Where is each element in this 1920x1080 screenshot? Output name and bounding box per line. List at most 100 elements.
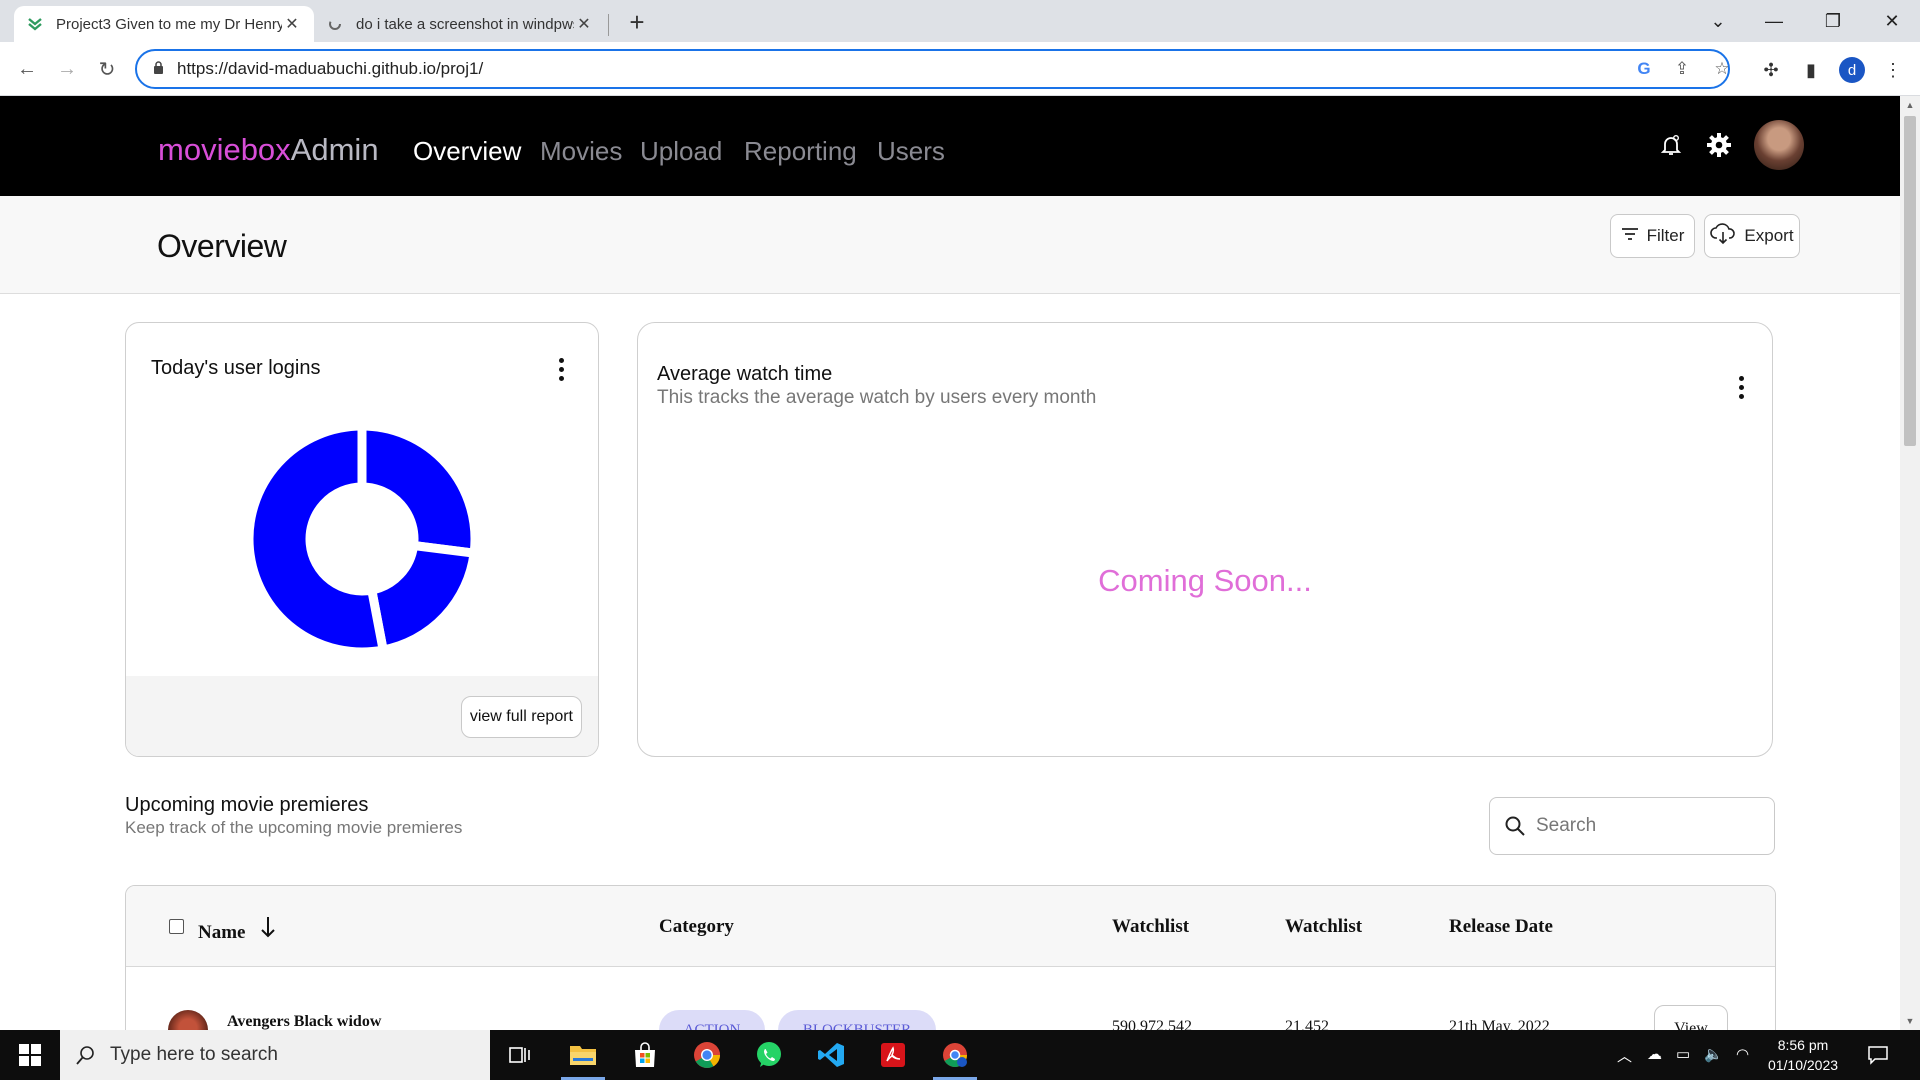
taskbar-search-icon (76, 1045, 96, 1065)
premieres-search[interactable] (1489, 797, 1775, 855)
settings-gear-icon[interactable] (1704, 130, 1734, 160)
extensions-icon[interactable]: ✣ (1758, 57, 1784, 83)
wifi-icon[interactable]: ◠ (1736, 1045, 1749, 1063)
whatsapp-icon[interactable] (739, 1030, 799, 1080)
volume-icon[interactable]: 🔈 (1704, 1045, 1723, 1063)
file-explorer-icon[interactable] (553, 1030, 613, 1080)
share-icon[interactable]: ⇪ (1670, 57, 1694, 81)
clock-date: 01/10/2023 (1767, 1057, 1839, 1073)
logins-card-menu-icon[interactable] (551, 355, 571, 383)
column-release-date: Release Date (1449, 916, 1553, 937)
task-view-icon[interactable] (490, 1030, 550, 1080)
scrollbar-thumb[interactable] (1904, 116, 1916, 446)
brand-secondary: Admin (290, 132, 379, 167)
tab-search-chevron-icon[interactable]: ⌄ (1690, 0, 1746, 42)
profile-avatar[interactable]: d (1839, 57, 1865, 83)
back-button[interactable]: ← (12, 54, 42, 84)
tab-title: Project3 Given to me my Dr Henry (56, 15, 282, 33)
tab-favicon-icon (26, 15, 44, 33)
column-name-label: Name (198, 922, 246, 943)
lock-icon (153, 61, 167, 77)
restore-button[interactable]: ❐ (1805, 0, 1861, 42)
nav-overview[interactable]: Overview (413, 136, 521, 167)
view-full-report-button[interactable]: view full report (460, 696, 582, 738)
bookmark-star-icon[interactable]: ☆ (1710, 57, 1734, 81)
taskbar-search[interactable]: Type here to search (60, 1030, 490, 1080)
premieres-table: Name Category Watchlist Watchlist Releas… (125, 885, 1776, 1030)
onedrive-cloud-icon[interactable]: ☁ (1647, 1045, 1662, 1063)
browser-toolbar: ← → ↻ https://david-maduabuchi.github.io… (0, 42, 1920, 96)
user-avatar[interactable] (1754, 120, 1804, 170)
side-panel-icon[interactable]: ▮ (1798, 57, 1824, 83)
google-lens-icon[interactable]: G (1632, 57, 1656, 81)
export-button[interactable]: Export (1704, 214, 1800, 258)
battery-icon[interactable]: ▭ (1676, 1045, 1690, 1063)
address-bar[interactable]: https://david-maduabuchi.github.io/proj1… (135, 49, 1730, 89)
vscode-icon[interactable] (801, 1030, 861, 1080)
sort-arrow-down-icon[interactable] (260, 916, 276, 944)
search-icon (1504, 815, 1526, 837)
microsoft-store-icon[interactable] (615, 1030, 675, 1080)
scroll-up-icon[interactable]: ▲ (1904, 100, 1916, 110)
chrome-profile-icon[interactable] (925, 1030, 985, 1080)
watchlist-count-2: 21,452 (1285, 1018, 1329, 1030)
donut-slice (366, 540, 480, 656)
search-input[interactable] (1536, 815, 1756, 837)
tab-close-icon[interactable]: ✕ (574, 14, 594, 34)
forward-button[interactable]: → (52, 54, 82, 84)
page-header: Overview Filter Export (0, 196, 1900, 294)
notification-center-icon[interactable] (1867, 1045, 1889, 1069)
browser-tab[interactable]: do i take a screenshot in windpws ✕ (314, 6, 606, 42)
user-logins-card: Today's user logins view full report (125, 322, 599, 757)
brand-logo[interactable]: movieboxAdmin (158, 132, 379, 168)
new-tab-button[interactable]: + (622, 8, 652, 38)
view-button[interactable]: View (1654, 1005, 1728, 1030)
taskbar-clock[interactable]: 8:56 pm 01/10/2023 (1760, 1035, 1846, 1075)
browser-tabstrip: Project3 Given to me my Dr Henry ✕ do i … (0, 0, 1920, 42)
clock-time: 8:56 pm (1777, 1037, 1829, 1053)
tab-loading-icon (326, 15, 344, 33)
acrobat-icon[interactable] (863, 1030, 923, 1080)
page-viewport: movieboxAdmin Overview Movies Upload Rep… (0, 96, 1900, 1030)
logins-card-title: Today's user logins (151, 357, 321, 379)
browser-menu-icon[interactable]: ⋮ (1880, 57, 1906, 83)
brand-primary: moviebox (158, 132, 291, 167)
logins-card-footer: view full report (126, 676, 598, 756)
export-label: Export (1744, 226, 1794, 245)
donut-slice (357, 421, 480, 559)
nav-reporting[interactable]: Reporting (744, 136, 857, 167)
filter-icon (1621, 226, 1639, 246)
show-hidden-icons-chevron-icon[interactable]: ︿ (1617, 1045, 1632, 1066)
notification-bell-icon[interactable] (1656, 130, 1686, 160)
category-pill: BLOCKBUSTER (778, 1010, 936, 1030)
reload-button[interactable]: ↻ (92, 54, 122, 84)
minimize-button[interactable]: — (1746, 0, 1802, 42)
column-category: Category (659, 916, 734, 937)
movie-name: Avengers Black widow (227, 1013, 382, 1030)
select-all-checkbox[interactable] (169, 919, 184, 934)
donut-slice (244, 421, 389, 657)
close-window-button[interactable]: ✕ (1864, 0, 1920, 42)
column-name[interactable]: Name (198, 916, 276, 944)
filter-button[interactable]: Filter (1610, 214, 1695, 258)
tab-close-icon[interactable]: ✕ (282, 14, 302, 34)
watch-card-title: Average watch time (657, 363, 833, 385)
page-scrollbar[interactable]: ▲ ▼ (1900, 96, 1920, 1030)
nav-movies[interactable]: Movies (540, 136, 622, 167)
nav-users[interactable]: Users (877, 136, 945, 167)
chrome-icon[interactable] (677, 1030, 737, 1080)
windows-start-icon[interactable] (0, 1030, 60, 1080)
table-header: Name Category Watchlist Watchlist Releas… (126, 886, 1775, 967)
logins-donut-chart (244, 421, 480, 657)
movie-poster-thumbnail (168, 1010, 208, 1030)
watch-card-menu-icon[interactable] (1731, 373, 1751, 401)
url-text: https://david-maduabuchi.github.io/proj1… (177, 59, 484, 78)
release-date: 21th May, 2022 (1449, 1018, 1550, 1030)
column-watchlist: Watchlist (1112, 916, 1190, 937)
nav-upload[interactable]: Upload (640, 136, 722, 167)
browser-tab-active[interactable]: Project3 Given to me my Dr Henry ✕ (14, 6, 314, 42)
taskbar-search-placeholder: Type here to search (110, 1044, 278, 1065)
watch-time-card: Average watch time This tracks the avera… (637, 322, 1773, 757)
scroll-down-icon[interactable]: ▼ (1904, 1016, 1916, 1026)
table-row[interactable]: Avengers Black widow ACTION BLOCKBUSTER … (126, 968, 1775, 1030)
